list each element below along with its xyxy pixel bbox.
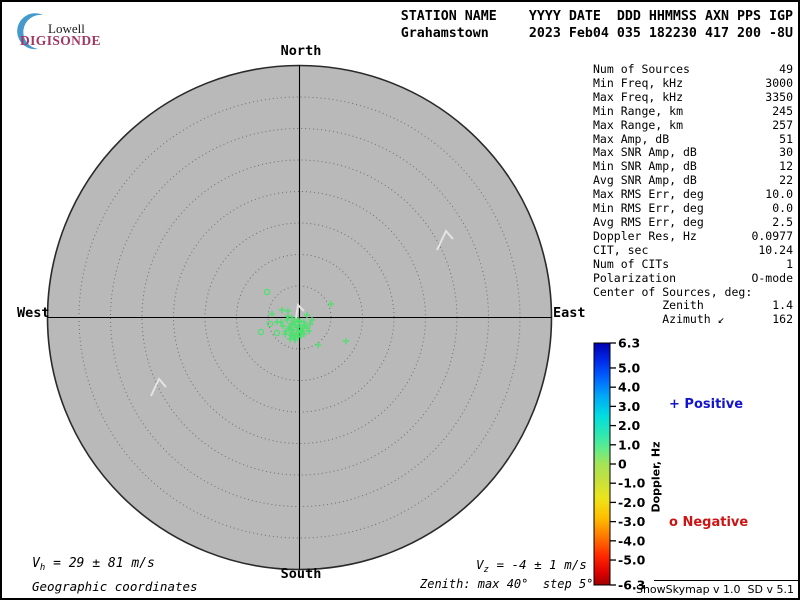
stats-label: Avg SNR Amp, dB	[593, 173, 697, 188]
colorbar-tick-label: 1.0	[618, 437, 640, 452]
colorbar-tick-label: -1.0	[618, 476, 646, 491]
stats-row: Min Freq, kHz 3000	[593, 75, 793, 91]
compass-south-label: South	[280, 566, 322, 582]
stats-value: 3350	[765, 89, 793, 104]
stats-value: 1	[786, 256, 793, 271]
stats-value: 0.0977	[751, 228, 793, 243]
stats-label: Avg RMS Err, deg	[593, 214, 704, 229]
coordinates-mode-label: Geographic coordinates	[32, 579, 198, 594]
stats-label: Min Range, km	[593, 103, 684, 118]
stats-row: Azimuth ↙ 162	[593, 312, 793, 327]
horizontal-velocity-label: Vh = 29 ± 81 m/s	[32, 556, 155, 573]
stats-value: 30	[779, 145, 793, 160]
vz-symbol: V	[476, 557, 484, 572]
stats-value: O-mode	[751, 270, 793, 285]
colorbar-tick-label: 6.3	[618, 336, 640, 351]
stats-row: Max Amp, dB 51	[593, 131, 793, 147]
stats-label: Num of CITs	[593, 256, 670, 271]
stats-row: Num of CITs 1	[593, 256, 793, 272]
stats-label: Max Amp, dB	[593, 131, 670, 146]
showskymap-window: Lowell DIGISONDE STATION NAME YYYY DATE …	[0, 0, 800, 600]
stats-value: 12	[779, 159, 793, 174]
colorbar-tick-label: 0	[618, 457, 627, 472]
stats-value: 245	[772, 103, 793, 118]
stats-row: Polarization O-mode	[593, 270, 793, 286]
stats-row: Max Range, km 257	[593, 117, 793, 133]
stats-row: Center of Sources, deg:	[593, 284, 793, 300]
stats-row: Max SNR Amp, dB 30	[593, 146, 793, 160]
stats-row: Avg SNR Amp, dB 22	[593, 173, 793, 188]
stats-row: Max Freq, kHz 3350	[593, 89, 793, 105]
stats-label: Min SNR Amp, dB	[593, 159, 697, 174]
colorbar-tick-label: 2.0	[618, 418, 640, 433]
stats-row: CIT, sec 10.24	[593, 242, 793, 258]
colorbar-tick-label: 3.0	[618, 399, 640, 414]
colorbar-tick-label: 4.0	[618, 380, 640, 395]
stats-value: 51	[779, 131, 793, 146]
stats-row: Avg RMS Err, deg 2.5	[593, 214, 793, 230]
stats-label: Zenith	[593, 298, 704, 313]
vh-value: = 29 ± 81 m/s	[45, 556, 155, 571]
colorbar-tick-label: 5.0	[618, 360, 640, 375]
vertical-velocity-label: Vz = -4 ± 1 m/s	[476, 557, 587, 575]
stats-row: Max RMS Err, deg 10.0	[593, 187, 793, 202]
stats-value: 3000	[765, 75, 793, 90]
stats-value: 0.0	[772, 201, 793, 216]
stats-label: Center of Sources, deg:	[593, 284, 753, 299]
legend-negative: o Negative	[669, 515, 749, 530]
stats-row: Min RMS Err, deg 0.0	[593, 201, 793, 216]
stats-label: Min Freq, kHz	[593, 75, 684, 90]
doppler-colorbar	[593, 342, 611, 586]
legend-positive: + Positive	[669, 397, 744, 412]
zenith-range-label: Zenith: max 40° step 5°	[420, 577, 594, 591]
stats-label: Max SNR Amp, dB	[593, 145, 697, 160]
stats-row: Min SNR Amp, dB 12	[593, 159, 793, 174]
stats-value: 2.5	[772, 214, 793, 229]
stats-label: Min RMS Err, deg	[593, 201, 704, 216]
credit-divider	[654, 580, 798, 581]
stats-label: Azimuth ↙	[593, 312, 725, 327]
stats-row: Doppler Res, Hz 0.0977	[593, 228, 793, 244]
stats-value: 162	[772, 312, 793, 327]
colorbar-tick-label: -4.0	[618, 533, 646, 548]
stats-value: 10.24	[758, 242, 793, 257]
compass-east-label: East	[553, 305, 586, 321]
vh-symbol: V	[32, 556, 40, 571]
stats-value: 1.4	[772, 298, 793, 313]
stats-label: Doppler Res, Hz	[593, 228, 697, 243]
compass-north-label: North	[280, 43, 322, 59]
stats-value: 49	[779, 62, 793, 76]
stats-label: Max Range, km	[593, 117, 684, 132]
stats-row: Min Range, km 245	[593, 103, 793, 119]
version-credit: ShowSkymap v 1.0 SD v 5.1	[635, 583, 794, 596]
stats-label: Max RMS Err, deg	[593, 187, 704, 202]
stats-label: Polarization	[593, 270, 677, 285]
colorbar-title: Doppler, Hz	[649, 441, 663, 513]
stats-row: Zenith 1.4	[593, 299, 793, 313]
stats-value: 22	[779, 173, 793, 188]
stats-label: CIT, sec	[593, 242, 649, 257]
colorbar-tick-label: -2.0	[618, 495, 646, 510]
stats-label: Num of Sources	[593, 62, 690, 76]
stats-label: Max Freq, kHz	[593, 89, 684, 104]
stats-value: 257	[772, 117, 793, 132]
colorbar-tick-label: -3.0	[618, 514, 646, 529]
stats-value: 10.0	[765, 187, 793, 202]
stats-panel: Num of Sources 49 Min Freq, kHz 3000 Max Fre…	[593, 62, 793, 327]
colorbar-tick-label: -5.0	[618, 553, 646, 568]
compass-west-label: West	[17, 305, 50, 321]
stats-row: Num of Sources 49	[593, 62, 793, 77]
vz-value: = -4 ± 1 m/s	[488, 557, 587, 572]
